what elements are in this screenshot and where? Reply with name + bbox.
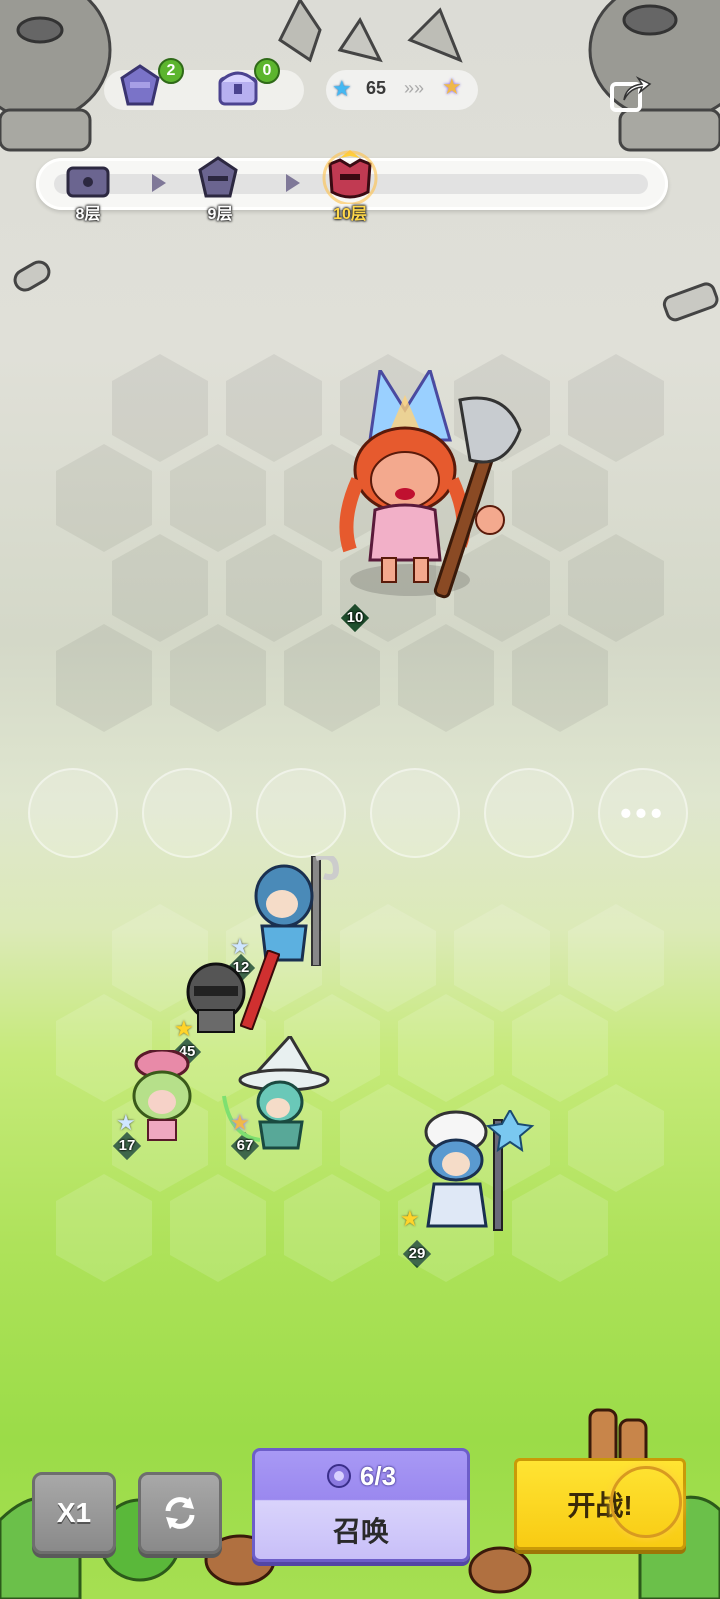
- player-hex[interactable]: [170, 1174, 266, 1282]
- player-hex[interactable]: [568, 1084, 664, 1192]
- silver-star-icon: ★: [116, 1110, 136, 1135]
- gold-star-icon: ★: [400, 1206, 420, 1231]
- purple-orb-icon: [326, 1464, 351, 1488]
- player-hex[interactable]: [568, 904, 664, 1012]
- player-hex[interactable]: [454, 904, 550, 1012]
- refresh-button[interactable]: [138, 1472, 222, 1554]
- refresh-icon: [165, 1497, 195, 1529]
- rainbow-star-icon: ★: [230, 1110, 250, 1135]
- unit-level-badge: 17: [110, 1134, 144, 1158]
- speed-button[interactable]: X1: [32, 1472, 116, 1554]
- unit-level-badge: 29: [400, 1242, 434, 1266]
- player-hex[interactable]: [512, 994, 608, 1102]
- summon-label: 召唤: [332, 1516, 389, 1547]
- tap-hint-ring: [610, 1466, 682, 1538]
- gold-star-icon: ★: [174, 1016, 194, 1041]
- summon-button[interactable]: 6/3 召唤: [252, 1448, 470, 1562]
- ice-mage-unit[interactable]: [410, 1110, 540, 1234]
- player-hex[interactable]: [398, 994, 494, 1102]
- unit-level-badge: 67: [228, 1134, 262, 1158]
- player-grid: [0, 0, 720, 1300]
- player-hex[interactable]: [56, 1174, 152, 1282]
- summon-cost: 6/3: [359, 1460, 397, 1491]
- player-hex[interactable]: [284, 1174, 380, 1282]
